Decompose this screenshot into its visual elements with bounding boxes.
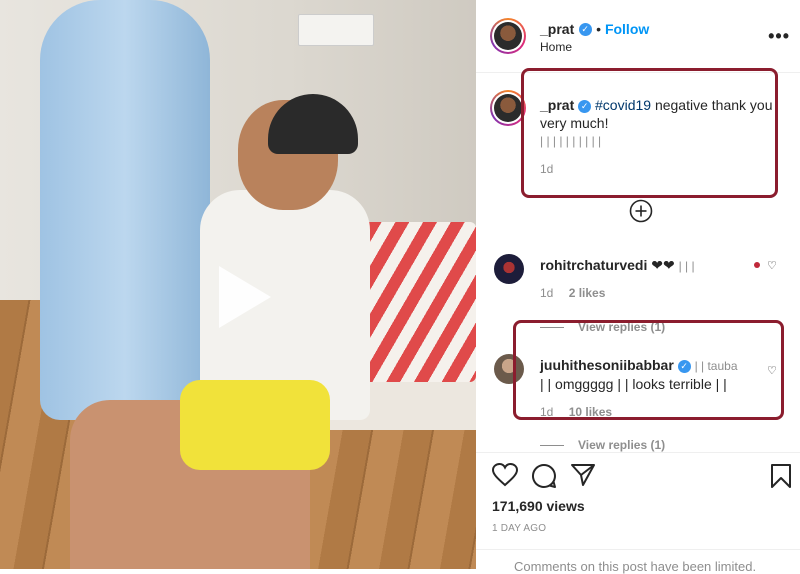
post-side-panel: _prat ✓ • Follow Home ••• _prat ✓ #covid… [476, 0, 800, 574]
comment-icon[interactable] [531, 463, 557, 489]
plus-circle-icon[interactable] [629, 199, 653, 228]
post-header: _prat ✓ • Follow Home ••• [476, 0, 800, 73]
heart-icon[interactable] [492, 463, 518, 487]
view-replies-button[interactable]: View replies (1) [540, 438, 665, 452]
header-username[interactable]: _prat [540, 21, 574, 37]
bookmark-icon[interactable] [770, 463, 792, 489]
post-age[interactable]: 1 DAY AGO [492, 523, 546, 534]
follow-button[interactable]: Follow [605, 21, 649, 37]
notification-dot [754, 262, 760, 268]
caption-highlight-box [521, 68, 778, 198]
more-icon[interactable]: ••• [768, 26, 790, 47]
header-user-line: _prat ✓ • Follow [540, 21, 650, 37]
post-actions: 171,690 views 1 DAY AGO Comments on this… [476, 452, 800, 574]
comment-extra: | | | [678, 259, 695, 273]
comment-body: ❤❤ [651, 257, 675, 273]
header-location[interactable]: Home [540, 40, 572, 54]
media-switchboard [298, 14, 374, 46]
share-icon[interactable] [570, 463, 596, 487]
heart-icon[interactable]: ♡ [767, 259, 777, 272]
post-media[interactable] [0, 0, 476, 569]
comment-text: rohitrchaturvedi ❤❤ | | | [540, 256, 760, 275]
media-ppe-person [40, 0, 210, 420]
comments-limited-notice: Comments on this post have been limited. [514, 559, 757, 574]
comment-likes[interactable]: 2 likes [569, 286, 606, 300]
comment-username[interactable]: rohitrchaturvedi [540, 257, 647, 273]
divider [476, 549, 800, 550]
views-count[interactable]: 171,690 views [492, 498, 585, 514]
avatar[interactable] [490, 18, 526, 54]
comment-highlight-box [513, 320, 784, 420]
play-icon[interactable] [205, 262, 275, 332]
comment-age: 1d [540, 286, 554, 300]
verified-icon: ✓ [578, 23, 592, 37]
media-yellow-shorts [180, 380, 330, 470]
comment-avatar[interactable] [494, 254, 524, 284]
comment-meta: 1d 2 likes [540, 286, 605, 300]
